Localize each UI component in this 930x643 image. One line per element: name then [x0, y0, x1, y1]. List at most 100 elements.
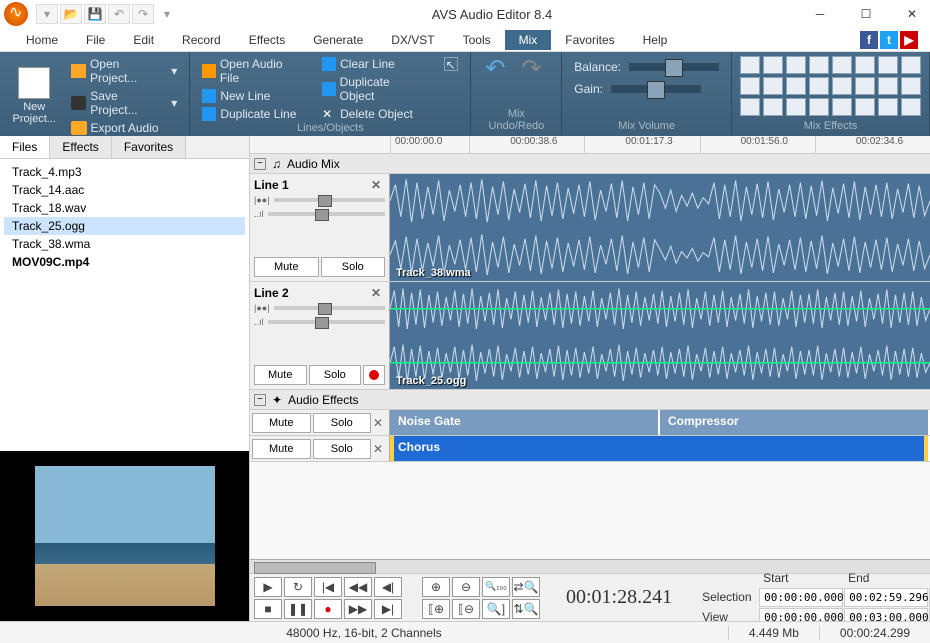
view-end-value[interactable]: 00:03:00.000 [844, 608, 928, 622]
duplicate-object-button[interactable]: Duplicate Object [318, 74, 428, 104]
menu-generate[interactable]: Generate [299, 30, 377, 50]
fx-icon[interactable] [832, 56, 852, 74]
zoom-in-v-button[interactable]: ⟦⊕ [422, 599, 450, 619]
effect-clip[interactable]: Noise Gate [390, 410, 660, 435]
loop-button[interactable]: ↻ [284, 577, 312, 597]
file-item[interactable]: Track_25.ogg [4, 217, 245, 235]
close-icon[interactable]: ✕ [371, 178, 385, 192]
delete-object-button[interactable]: ✕Delete Object [318, 106, 428, 122]
fx-icon[interactable] [832, 98, 852, 116]
mute-button[interactable]: Mute [252, 413, 311, 433]
forward-button[interactable]: ▶▶ [344, 599, 372, 619]
zoom-fit-button[interactable]: ⇄🔍 [512, 577, 540, 597]
sel-end-value[interactable]: 00:02:59.296 [844, 588, 928, 607]
balance-slider[interactable] [629, 63, 719, 71]
fx-icon[interactable] [763, 98, 783, 116]
fx-icon[interactable] [901, 77, 921, 95]
file-item[interactable]: MOV09C.mp4 [4, 253, 245, 271]
qat-dropdown-icon[interactable]: ▾ [156, 4, 178, 24]
effect-clip[interactable]: Compressor [660, 410, 930, 435]
fx-icon[interactable] [809, 56, 829, 74]
zoom-out-button[interactable]: ⊖ [452, 577, 480, 597]
clear-line-button[interactable]: Clear Line [318, 56, 428, 72]
minimize-button[interactable]: ─ [806, 4, 834, 24]
facebook-icon[interactable]: f [860, 31, 878, 49]
collapse-icon[interactable]: − [254, 158, 266, 170]
menu-home[interactable]: Home [12, 30, 72, 50]
fx-icon[interactable] [832, 77, 852, 95]
menu-favorites[interactable]: Favorites [551, 30, 628, 50]
fx-icon[interactable] [786, 56, 806, 74]
volume-slider[interactable] [268, 320, 385, 324]
solo-button[interactable]: Solo [309, 365, 362, 385]
menu-mix[interactable]: Mix [505, 30, 552, 50]
tab-favorites[interactable]: Favorites [112, 136, 186, 158]
pause-button[interactable]: ❚❚ [284, 599, 312, 619]
close-icon[interactable]: ✕ [371, 286, 385, 300]
view-start-value[interactable]: 00:00:00.000 [759, 608, 843, 622]
zoom-v-fit-button[interactable]: ⇅🔍 [512, 599, 540, 619]
tab-files[interactable]: Files [0, 136, 50, 158]
close-icon[interactable]: ✕ [373, 416, 387, 430]
fx-icon[interactable] [763, 56, 783, 74]
menu-effects[interactable]: Effects [235, 30, 299, 50]
menu-help[interactable]: Help [629, 30, 682, 50]
new-line-button[interactable]: New Line [198, 88, 306, 104]
solo-button[interactable]: Solo [321, 257, 386, 277]
play-button[interactable]: ▶ [254, 577, 282, 597]
fx-icon[interactable] [809, 77, 829, 95]
collapse-icon[interactable]: − [254, 394, 266, 406]
fx-icon[interactable] [786, 77, 806, 95]
stop-button[interactable]: ■ [254, 599, 282, 619]
fx-icon[interactable] [740, 56, 760, 74]
pan-slider[interactable] [274, 306, 385, 310]
menu-file[interactable]: File [72, 30, 119, 50]
qat-new-icon[interactable]: ▾ [36, 4, 58, 24]
zoom-sel-button[interactable]: 🔍] [482, 599, 510, 619]
file-item[interactable]: Track_38.wma [4, 235, 245, 253]
gain-slider[interactable] [611, 85, 701, 93]
file-item[interactable]: Track_14.aac [4, 181, 245, 199]
fx-icon[interactable] [855, 56, 875, 74]
sel-start-value[interactable]: 00:00:00.000 [759, 588, 843, 607]
menu-tools[interactable]: Tools [449, 30, 505, 50]
fx-icon[interactable] [878, 98, 898, 116]
file-item[interactable]: Track_4.mp3 [4, 163, 245, 181]
effect-clip[interactable]: Chorus [390, 436, 930, 461]
fx-icon[interactable] [878, 56, 898, 74]
mute-button[interactable]: Mute [254, 365, 307, 385]
close-button[interactable]: ✕ [898, 4, 926, 24]
zoom-100-button[interactable]: 🔍₁₀₀ [482, 577, 510, 597]
fx-icon[interactable] [786, 98, 806, 116]
horizontal-scrollbar[interactable] [250, 559, 930, 573]
record-button[interactable]: ● [314, 599, 342, 619]
file-item[interactable]: Track_18.wav [4, 199, 245, 217]
fx-icon[interactable] [740, 98, 760, 116]
mute-button[interactable]: Mute [252, 439, 311, 459]
menu-dxvst[interactable]: DX/VST [377, 30, 448, 50]
fx-icon[interactable] [901, 56, 921, 74]
solo-button[interactable]: Solo [313, 439, 372, 459]
fx-icon[interactable] [763, 77, 783, 95]
fx-icon[interactable] [855, 77, 875, 95]
export-audio-button[interactable]: Export Audio [67, 120, 182, 136]
open-audio-button[interactable]: Open Audio File [198, 56, 306, 86]
pick-button[interactable]: ↖ [440, 56, 462, 72]
timeline-ruler[interactable]: 00:00:00.0 00:00:38.6 00:01:17.3 00:01:5… [250, 136, 930, 154]
close-icon[interactable]: ✕ [373, 442, 387, 456]
undo-button[interactable]: ↶ [479, 56, 511, 80]
redo-button[interactable]: ↷ [515, 56, 547, 80]
duplicate-line-button[interactable]: Duplicate Line [198, 106, 306, 122]
fx-icon[interactable] [878, 77, 898, 95]
prev-button[interactable]: ◀| [374, 577, 402, 597]
waveform-clip[interactable]: Track_25.ogg [390, 282, 930, 389]
pan-slider[interactable] [274, 198, 385, 202]
menu-edit[interactable]: Edit [119, 30, 168, 50]
qat-save-icon[interactable]: 💾 [84, 4, 106, 24]
fx-icon[interactable] [740, 77, 760, 95]
tab-effects[interactable]: Effects [50, 136, 111, 158]
record-button[interactable] [363, 365, 385, 385]
save-project-button[interactable]: Save Project... ▾ [67, 88, 182, 118]
menu-record[interactable]: Record [168, 30, 235, 50]
rewind-button[interactable]: ◀◀ [344, 577, 372, 597]
